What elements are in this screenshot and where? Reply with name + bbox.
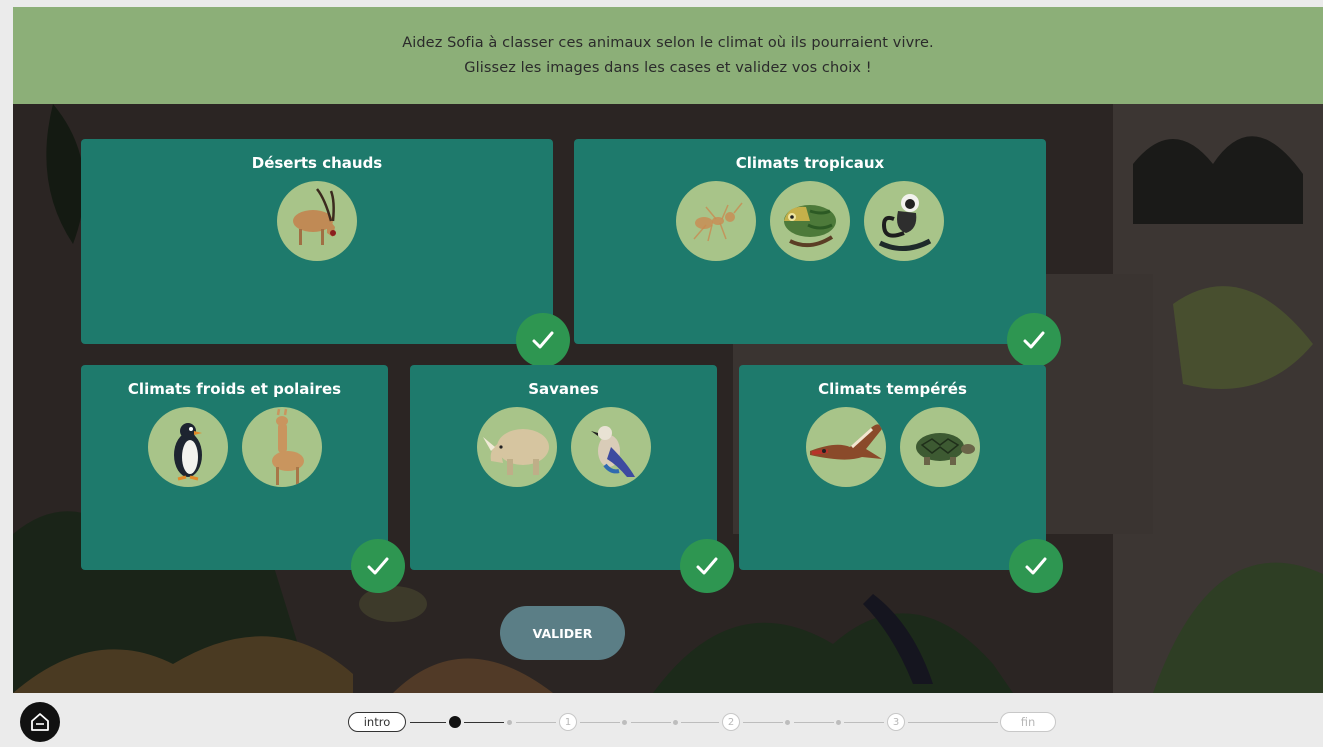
chameleon-icon bbox=[784, 205, 836, 248]
antelope-card[interactable] bbox=[277, 181, 357, 261]
progress-line bbox=[844, 722, 884, 723]
check-icon bbox=[1023, 331, 1045, 349]
llama-card[interactable] bbox=[241, 407, 322, 487]
monkey-card[interactable] bbox=[864, 181, 944, 261]
bird-of-prey-card[interactable] bbox=[805, 407, 886, 487]
progress-dot bbox=[673, 720, 678, 725]
validate-button[interactable]: VALIDER bbox=[500, 606, 625, 660]
zone-title: Climats tempérés bbox=[818, 380, 967, 398]
rhinoceros-card[interactable] bbox=[476, 407, 557, 487]
progress-current-dot bbox=[449, 716, 461, 728]
progress-line bbox=[410, 722, 446, 723]
progress-line bbox=[681, 722, 719, 723]
check-icon bbox=[532, 331, 554, 349]
ant-icon bbox=[693, 202, 743, 242]
check-icon bbox=[367, 557, 389, 575]
progress-intro[interactable]: intro bbox=[348, 712, 406, 732]
progress-step-2[interactable]: 2 bbox=[722, 713, 740, 731]
check-badge bbox=[1007, 313, 1061, 367]
zone-animals bbox=[81, 181, 553, 261]
zone-climats-tropicaux[interactable]: Climats tropicaux bbox=[574, 139, 1061, 367]
zone-animals bbox=[574, 181, 1046, 261]
home-icon bbox=[31, 713, 49, 731]
progress-dot bbox=[785, 720, 790, 725]
progress-line bbox=[580, 722, 620, 723]
zone-animals bbox=[81, 407, 388, 487]
bird-card[interactable] bbox=[570, 407, 651, 487]
zone-climats-temperes[interactable]: Climats tempérés bbox=[739, 365, 1063, 593]
progress-line bbox=[631, 722, 671, 723]
zone-title: Climats tropicaux bbox=[735, 154, 885, 172]
progress-step-1[interactable]: 1 bbox=[559, 713, 577, 731]
penguin-icon bbox=[173, 423, 202, 481]
progress-line bbox=[743, 722, 783, 723]
penguin-card[interactable] bbox=[147, 407, 228, 487]
chameleon-card[interactable] bbox=[770, 181, 850, 261]
check-badge bbox=[680, 539, 734, 593]
zone-title: Climats froids et polaires bbox=[127, 380, 342, 398]
zone-animals bbox=[410, 407, 717, 487]
home-button[interactable] bbox=[20, 702, 60, 742]
progress-line bbox=[464, 722, 504, 723]
monkey-icon bbox=[878, 194, 932, 251]
check-icon bbox=[696, 557, 718, 575]
tortoise-card[interactable] bbox=[899, 407, 980, 487]
tortoise-icon bbox=[915, 433, 975, 465]
check-icon bbox=[1025, 557, 1047, 575]
zone-title: Déserts chauds bbox=[251, 154, 383, 172]
progress-fin[interactable]: fin bbox=[1000, 712, 1056, 732]
instruction-line-2: Glissez les images dans les cases et val… bbox=[464, 60, 872, 76]
antelope-icon bbox=[293, 188, 336, 245]
bird-of-prey-icon bbox=[809, 424, 882, 460]
check-badge bbox=[351, 539, 405, 593]
bird-icon bbox=[590, 426, 635, 477]
check-badge bbox=[1009, 539, 1063, 593]
rhinoceros-icon bbox=[482, 429, 549, 475]
progress-line bbox=[908, 722, 998, 723]
zone-deserts-chauds[interactable]: Déserts chauds bbox=[81, 139, 570, 367]
progress-line bbox=[794, 722, 834, 723]
progress-step-3[interactable]: 3 bbox=[887, 713, 905, 731]
progress-bar: intro 1 2 3 fin bbox=[348, 711, 1058, 733]
instructions-banner: Aidez Sofia à classer ces animaux selon … bbox=[13, 7, 1323, 104]
instruction-line-1: Aidez Sofia à classer ces animaux selon … bbox=[402, 35, 934, 51]
progress-dot bbox=[622, 720, 627, 725]
zone-title: Savanes bbox=[528, 380, 599, 398]
game-area: Aidez Sofia à classer ces animaux selon … bbox=[13, 7, 1323, 693]
zone-climats-froids-polaires[interactable]: Climats froids et polaires bbox=[81, 365, 405, 593]
ant-card[interactable] bbox=[676, 181, 756, 261]
progress-dot bbox=[507, 720, 512, 725]
check-badge bbox=[516, 313, 570, 367]
progress-line bbox=[516, 722, 556, 723]
progress-dot bbox=[836, 720, 841, 725]
zone-savanes[interactable]: Savanes bbox=[410, 365, 734, 593]
stage: Aidez Sofia à classer ces animaux selon … bbox=[0, 0, 1323, 747]
zone-animals bbox=[739, 407, 1046, 487]
llama-icon bbox=[271, 408, 304, 485]
